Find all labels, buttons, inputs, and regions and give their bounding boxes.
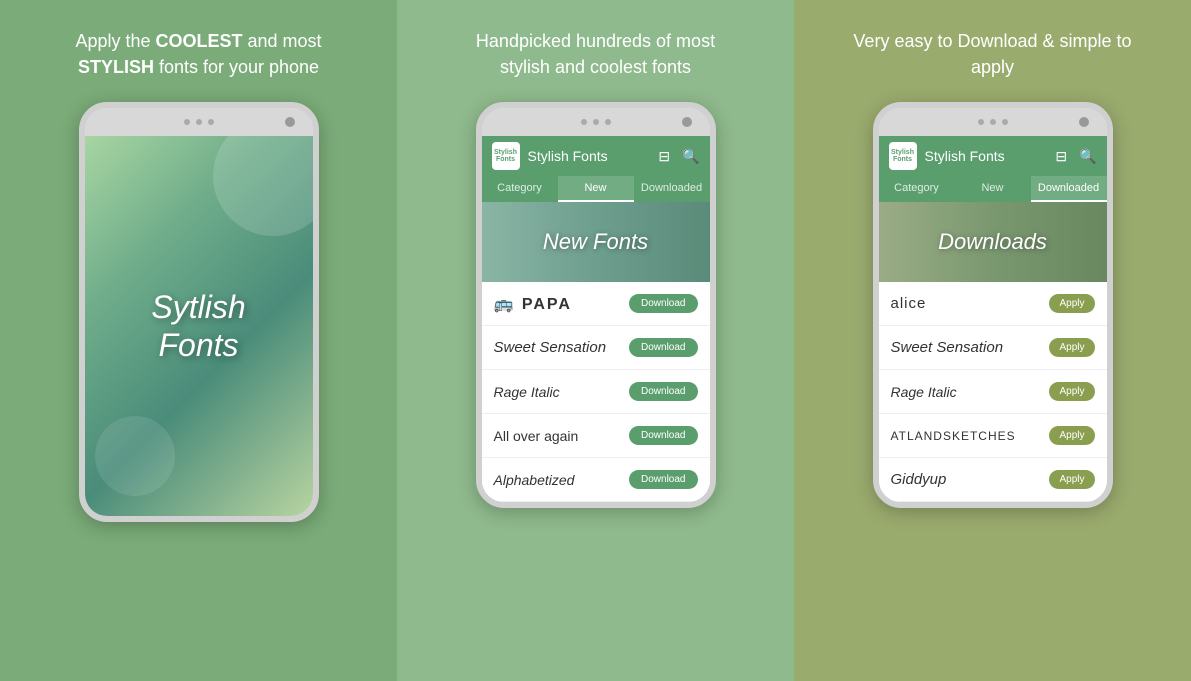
- panel-downloaded: Very easy to Download & simple to apply …: [794, 0, 1191, 681]
- list-item: Alphabetized Download: [482, 458, 710, 502]
- phone-dot: [581, 119, 587, 125]
- panel-3-tagline: Very easy to Download & simple to apply: [853, 28, 1133, 80]
- phone-dot: [196, 119, 202, 125]
- font-list-new: 🚌 PAPA Download Sweet Sensation Download…: [482, 282, 710, 502]
- download-button[interactable]: Download: [629, 294, 697, 313]
- search-icon[interactable]: 🔍: [682, 148, 699, 165]
- phone-top-2: [482, 108, 710, 136]
- list-item: Rage Italic Apply: [879, 370, 1107, 414]
- panel-splash: Apply the COOLEST and most STYLISH fonts…: [0, 0, 397, 681]
- app-logo: StylishFonts: [492, 142, 520, 170]
- splash-screen: Sytlish Fonts: [85, 136, 313, 516]
- download-button[interactable]: Download: [629, 470, 697, 489]
- download-button[interactable]: Download: [629, 426, 697, 445]
- tab-new[interactable]: New: [558, 176, 634, 202]
- apply-button[interactable]: Apply: [1049, 426, 1094, 445]
- search-icon[interactable]: 🔍: [1079, 148, 1096, 165]
- app-title: Stylish Fonts: [528, 148, 647, 164]
- panel-new-fonts: Handpicked hundreds of most stylish and …: [397, 0, 794, 681]
- phone-camera: [682, 117, 692, 127]
- font-list-downloaded: alice Apply Sweet Sensation Apply Rage I…: [879, 282, 1107, 502]
- download-button[interactable]: Download: [629, 338, 697, 357]
- phone-camera: [1079, 117, 1089, 127]
- list-item: Rage Italic Download: [482, 370, 710, 414]
- phone-dot: [593, 119, 599, 125]
- app-screen-downloaded: StylishFonts Stylish Fonts ⊟ 🔍 Category …: [879, 136, 1107, 502]
- apply-button[interactable]: Apply: [1049, 382, 1094, 401]
- font-name: ATLANDSKETCHES: [891, 429, 1016, 443]
- window-icon[interactable]: ⊟: [658, 148, 670, 165]
- font-name: 🚌 PAPA: [494, 294, 572, 314]
- list-item: Sweet Sensation Apply: [879, 326, 1107, 370]
- phone-dot: [605, 119, 611, 125]
- app-logo: StylishFonts: [889, 142, 917, 170]
- app-screen-new: StylishFonts Stylish Fonts ⊟ 🔍 Category …: [482, 136, 710, 502]
- download-button[interactable]: Download: [629, 382, 697, 401]
- app-tabs: Category New Downloaded: [879, 176, 1107, 202]
- font-name: Rage Italic: [891, 384, 957, 400]
- font-name: Sweet Sensation: [891, 339, 1004, 356]
- phone-camera: [285, 117, 295, 127]
- tab-category[interactable]: Category: [482, 176, 558, 202]
- tab-new[interactable]: New: [955, 176, 1031, 202]
- phone-dot: [990, 119, 996, 125]
- apply-button[interactable]: Apply: [1049, 470, 1094, 489]
- phone-dot: [1002, 119, 1008, 125]
- app-tabs: Category New Downloaded: [482, 176, 710, 202]
- font-name: Sweet Sensation: [494, 339, 607, 356]
- font-name: Giddyup: [891, 471, 947, 488]
- apply-button[interactable]: Apply: [1049, 294, 1094, 313]
- list-item: Sweet Sensation Download: [482, 326, 710, 370]
- splash-title: Sytlish Fonts: [151, 288, 245, 365]
- font-name: All over again: [494, 428, 579, 444]
- list-item: ATLANDSKETCHES Apply: [879, 414, 1107, 458]
- tab-downloaded[interactable]: Downloaded: [634, 176, 710, 202]
- list-item: alice Apply: [879, 282, 1107, 326]
- panel-1-tagline: Apply the COOLEST and most STYLISH fonts…: [59, 28, 339, 80]
- list-item: All over again Download: [482, 414, 710, 458]
- phone-3: StylishFonts Stylish Fonts ⊟ 🔍 Category …: [873, 102, 1113, 508]
- font-name: alice: [891, 295, 927, 312]
- app-header: StylishFonts Stylish Fonts ⊟ 🔍: [879, 136, 1107, 176]
- phone-dot: [978, 119, 984, 125]
- window-icon[interactable]: ⊟: [1055, 148, 1067, 165]
- phone-1: Sytlish Fonts: [79, 102, 319, 522]
- list-item: 🚌 PAPA Download: [482, 282, 710, 326]
- font-name: Alphabetized: [494, 472, 575, 488]
- banner-downloads-text: Downloads: [938, 229, 1047, 255]
- phone-top-1: [85, 108, 313, 136]
- app-header: StylishFonts Stylish Fonts ⊟ 🔍: [482, 136, 710, 176]
- phone-dot: [184, 119, 190, 125]
- apply-button[interactable]: Apply: [1049, 338, 1094, 357]
- phone-dot: [208, 119, 214, 125]
- banner-downloads: Downloads: [879, 202, 1107, 282]
- list-item: Giddyup Apply: [879, 458, 1107, 502]
- font-name: Rage Italic: [494, 384, 560, 400]
- banner-new-text: New Fonts: [543, 229, 648, 255]
- splash-background: Sytlish Fonts: [85, 136, 313, 516]
- tab-category[interactable]: Category: [879, 176, 955, 202]
- app-title: Stylish Fonts: [925, 148, 1044, 164]
- panel-2-tagline: Handpicked hundreds of most stylish and …: [456, 28, 736, 80]
- banner-new: New Fonts: [482, 202, 710, 282]
- tab-downloaded[interactable]: Downloaded: [1031, 176, 1107, 202]
- phone-2: StylishFonts Stylish Fonts ⊟ 🔍 Category …: [476, 102, 716, 508]
- phone-top-3: [879, 108, 1107, 136]
